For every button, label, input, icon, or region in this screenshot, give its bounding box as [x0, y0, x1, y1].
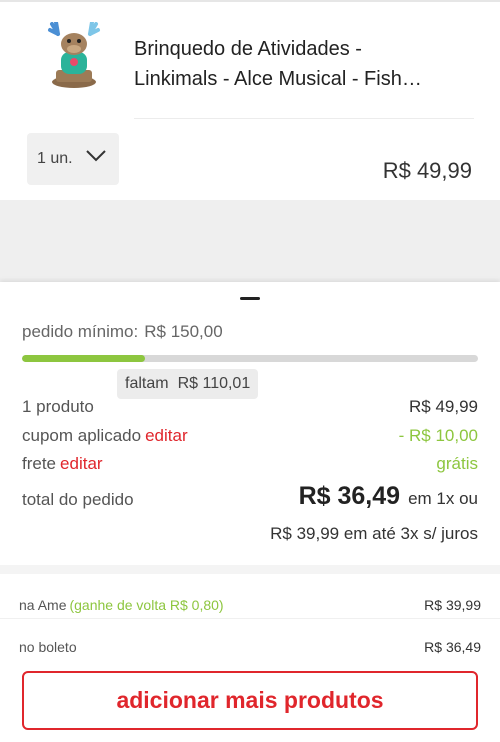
total-row: total do pedido R$ 36,49 em 1x ou: [22, 482, 478, 516]
min-order-info: pedido mínimo: R$ 150,00: [22, 322, 223, 342]
top-divider: [0, 0, 500, 2]
total-amount-group: R$ 36,49 em 1x ou: [299, 482, 478, 511]
payment-boleto-label: no boleto: [19, 639, 77, 655]
installments-info: R$ 39,99 em até 3x s/ juros: [270, 524, 478, 543]
products-value: R$ 49,99: [409, 397, 478, 416]
summary-gap: [0, 565, 500, 574]
shipping-edit-link[interactable]: editar: [60, 454, 103, 473]
chevron-down-icon: [86, 150, 106, 162]
products-row: 1 produto R$ 49,99: [22, 395, 478, 419]
total-suffix: em 1x ou: [408, 489, 478, 508]
product-name-line-2: Linkimals - Alce Musical - Fish…: [134, 68, 422, 90]
min-order-progress-bar: [22, 355, 478, 362]
min-order-progress-fill: [22, 355, 146, 362]
remaining-value: R$ 110,01: [177, 375, 251, 392]
quantity-select[interactable]: 1 un.: [27, 133, 119, 185]
item-price: R$ 49,99: [382, 158, 472, 183]
cart-item-card: Brinquedo de Atividades - Linkimals - Al…: [0, 0, 500, 200]
payment-option-boleto: no boleto R$ 36,49: [19, 639, 481, 655]
item-divider: [134, 118, 474, 119]
remaining-label: faltam: [125, 375, 169, 392]
payment-option-ame: na Ame (ganhe de volta R$ 0,80) R$ 39,99: [19, 597, 481, 613]
coupon-value: - R$ 10,00: [398, 426, 478, 445]
total-value: R$ 36,49: [298, 482, 401, 510]
min-order-value: R$ 150,00: [144, 322, 223, 341]
payment-boleto-price: R$ 36,49: [424, 639, 481, 655]
payment-ame-cashback: (ganhe de volta R$ 0,80): [69, 597, 224, 613]
coupon-label: cupom aplicado: [22, 426, 142, 445]
product-name[interactable]: Brinquedo de Atividades - Linkimals - Al…: [134, 34, 474, 94]
shipping-value: grátis: [436, 454, 478, 473]
section-gap: [0, 200, 500, 282]
products-label: 1 produto: [22, 397, 94, 416]
shipping-row: frete editar grátis: [22, 452, 478, 476]
order-summary-sheet: pedido mínimo: R$ 150,00 faltam R$ 110,01 …: [0, 282, 500, 742]
payment-ame-price: R$ 39,99: [424, 597, 481, 613]
total-label: total do pedido: [22, 490, 134, 509]
coupon-edit-link[interactable]: editar: [145, 426, 188, 445]
add-more-products-button[interactable]: adicionar mais produtos: [22, 671, 478, 730]
shipping-label: frete: [22, 454, 57, 473]
min-order-label: pedido mínimo:: [22, 322, 139, 341]
sheet-drag-handle[interactable]: [240, 297, 260, 300]
product-image[interactable]: [44, 22, 104, 90]
payment-divider: [0, 618, 500, 619]
coupon-row: cupom aplicado editar - R$ 10,00: [22, 424, 478, 448]
product-name-line-1: Brinquedo de Atividades -: [134, 38, 362, 60]
payment-ame-label: na Ame: [19, 597, 67, 613]
quantity-value: 1 un.: [37, 150, 73, 167]
